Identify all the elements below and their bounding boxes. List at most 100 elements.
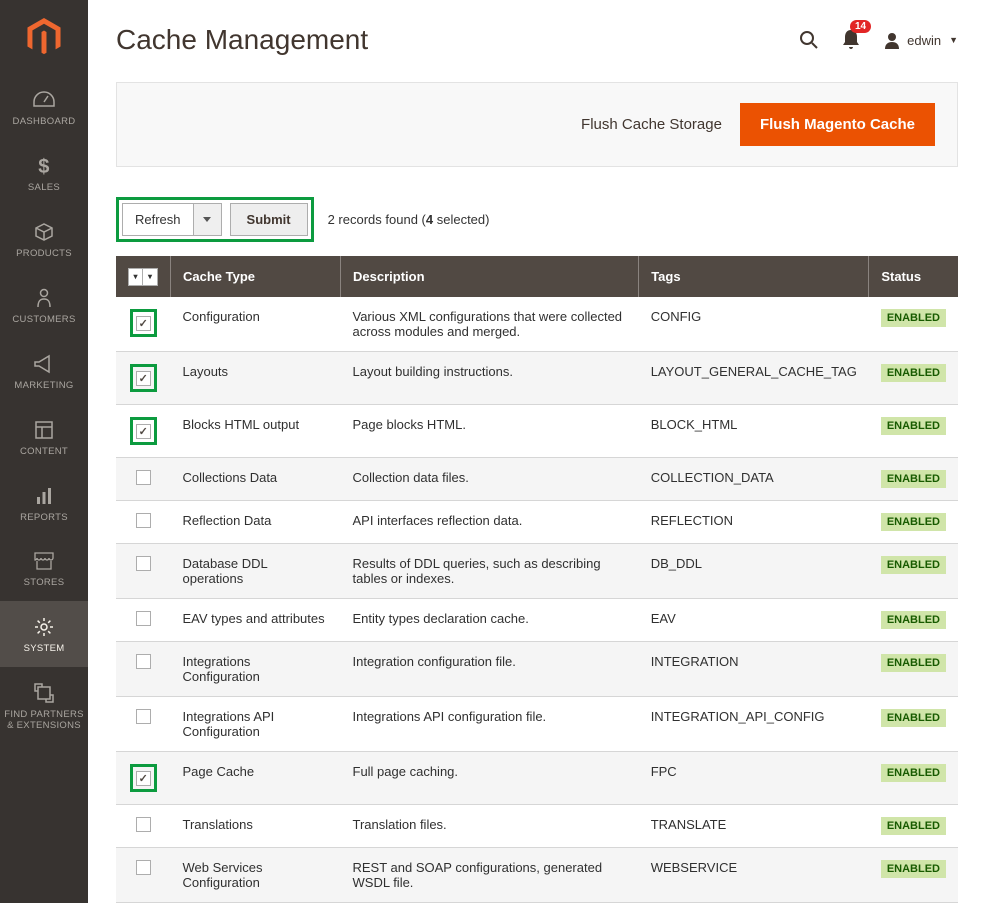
column-header-desc[interactable]: Description <box>341 256 639 297</box>
highlight-box <box>130 417 157 445</box>
nav-label: CONTENT <box>20 447 68 458</box>
highlight-box: Refresh Submit <box>116 197 314 242</box>
cache-table: ▾▾ Cache Type Description Tags Status Co… <box>116 256 958 903</box>
cell-description: Various XML configurations that were col… <box>341 297 639 352</box>
notification-badge: 14 <box>850 20 871 33</box>
nav-item-dashboard[interactable]: DASHBOARD <box>0 74 88 140</box>
cell-cache-type: Page Cache <box>171 751 341 804</box>
system-icon <box>33 615 55 639</box>
cell-tags: INTEGRATION_API_CONFIG <box>639 696 869 751</box>
dashboard-icon <box>32 88 56 112</box>
flush-cache-storage-button[interactable]: Flush Cache Storage <box>577 108 726 141</box>
status-badge: ENABLED <box>881 654 946 672</box>
table-row: Page CacheFull page caching.FPCENABLED <box>116 751 958 804</box>
status-badge: ENABLED <box>881 470 946 488</box>
cell-cache-type: Blocks HTML output <box>171 404 341 457</box>
row-checkbox[interactable] <box>136 316 151 331</box>
notifications-button[interactable]: 14 <box>841 28 861 53</box>
cell-tags: REFLECTION <box>639 500 869 543</box>
cell-tags: COLLECTION_DATA <box>639 457 869 500</box>
status-badge: ENABLED <box>881 764 946 782</box>
nav-label: PRODUCTS <box>16 249 72 260</box>
cell-description: Translation files. <box>341 804 639 847</box>
table-row: TranslationsTranslation files.TRANSLATEE… <box>116 804 958 847</box>
cell-cache-type: Reflection Data <box>171 500 341 543</box>
mass-action-select[interactable]: Refresh <box>122 203 222 236</box>
submit-button[interactable]: Submit <box>230 203 308 236</box>
cell-cache-type: Collections Data <box>171 457 341 500</box>
nav-label: SYSTEM <box>24 644 65 655</box>
status-badge: ENABLED <box>881 817 946 835</box>
partners-icon <box>33 681 55 705</box>
cell-cache-type: Database DDL operations <box>171 543 341 598</box>
nav-item-content[interactable]: CONTENT <box>0 404 88 470</box>
row-checkbox[interactable] <box>136 817 151 832</box>
row-checkbox[interactable] <box>136 654 151 669</box>
table-row: ConfigurationVarious XML configurations … <box>116 297 958 352</box>
cell-description: Integrations API configuration file. <box>341 696 639 751</box>
table-header-row: ▾▾ Cache Type Description Tags Status <box>116 256 958 297</box>
row-checkbox[interactable] <box>136 611 151 626</box>
cell-description: Integration configuration file. <box>341 641 639 696</box>
row-checkbox[interactable] <box>136 513 151 528</box>
table-row: Collections DataCollection data files.CO… <box>116 457 958 500</box>
row-checkbox[interactable] <box>136 860 151 875</box>
cell-cache-type: Web Services Configuration <box>171 847 341 902</box>
magento-logo[interactable] <box>0 0 88 74</box>
customers-icon <box>35 286 53 310</box>
nav-item-system[interactable]: SYSTEM <box>0 601 88 667</box>
row-checkbox[interactable] <box>136 556 151 571</box>
cell-tags: EAV <box>639 598 869 641</box>
status-badge: ENABLED <box>881 364 946 382</box>
table-row: Web Services ConfigurationREST and SOAP … <box>116 847 958 902</box>
search-icon[interactable] <box>799 30 819 50</box>
nav-item-dollar[interactable]: $SALES <box>0 140 88 206</box>
nav-label: CUSTOMERS <box>12 315 75 326</box>
nav-label: REPORTS <box>20 513 68 524</box>
table-row: Database DDL operationsResults of DDL qu… <box>116 543 958 598</box>
column-header-select[interactable]: ▾▾ <box>116 256 171 297</box>
cell-description: REST and SOAP configurations, generated … <box>341 847 639 902</box>
table-row: Integrations ConfigurationIntegration co… <box>116 641 958 696</box>
column-header-type[interactable]: Cache Type <box>171 256 341 297</box>
row-checkbox[interactable] <box>136 424 151 439</box>
table-row: LayoutsLayout building instructions.LAYO… <box>116 351 958 404</box>
column-header-tags[interactable]: Tags <box>639 256 869 297</box>
cell-description: API interfaces reflection data. <box>341 500 639 543</box>
nav-label: MARKETING <box>14 381 73 392</box>
user-menu[interactable]: edwin ▼ <box>883 31 958 49</box>
cell-tags: CONFIG <box>639 297 869 352</box>
status-badge: ENABLED <box>881 611 946 629</box>
page-header: Cache Management 14 edwin ▼ <box>116 0 958 74</box>
cell-cache-type: Layouts <box>171 351 341 404</box>
row-checkbox[interactable] <box>136 371 151 386</box>
cell-tags: BLOCK_HTML <box>639 404 869 457</box>
row-checkbox[interactable] <box>136 771 151 786</box>
highlight-box <box>130 309 157 337</box>
cell-cache-type: Integrations Configuration <box>171 641 341 696</box>
flush-magento-cache-button[interactable]: Flush Magento Cache <box>740 103 935 146</box>
nav-item-stores[interactable]: STORES <box>0 535 88 601</box>
highlight-box <box>130 364 157 392</box>
cell-cache-type: Translations <box>171 804 341 847</box>
cell-description: Layout building instructions. <box>341 351 639 404</box>
cell-description: Collection data files. <box>341 457 639 500</box>
cell-tags: INTEGRATION <box>639 641 869 696</box>
row-checkbox[interactable] <box>136 470 151 485</box>
nav-label: STORES <box>24 578 65 589</box>
reports-icon <box>34 484 54 508</box>
svg-text:$: $ <box>38 156 49 177</box>
cell-tags: DB_DDL <box>639 543 869 598</box>
nav-item-customers[interactable]: CUSTOMERS <box>0 272 88 338</box>
nav-item-marketing[interactable]: MARKETING <box>0 338 88 404</box>
grid-controls: Refresh Submit 2 records found (4 select… <box>116 197 958 242</box>
nav-item-products[interactable]: PRODUCTS <box>0 206 88 272</box>
column-header-status[interactable]: Status <box>869 256 958 297</box>
row-checkbox[interactable] <box>136 709 151 724</box>
nav-item-partners[interactable]: FIND PARTNERS & EXTENSIONS <box>0 667 88 744</box>
dollar-icon: $ <box>37 154 51 178</box>
chevron-down-icon[interactable] <box>194 203 222 236</box>
action-bar: Flush Cache Storage Flush Magento Cache <box>116 82 958 167</box>
nav-label: FIND PARTNERS & EXTENSIONS <box>4 710 84 732</box>
nav-item-reports[interactable]: REPORTS <box>0 470 88 536</box>
